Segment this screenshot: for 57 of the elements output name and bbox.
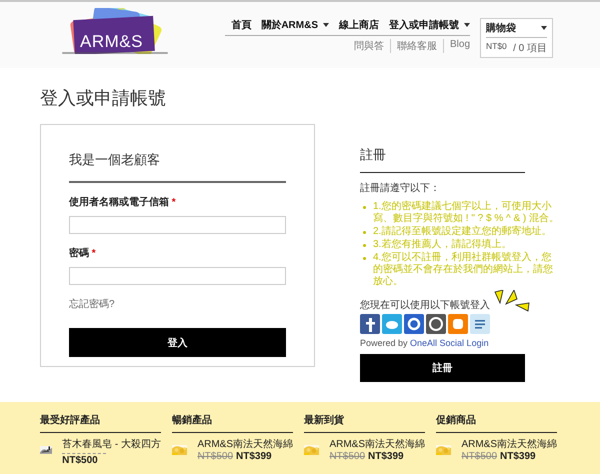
powered-by-text: Powered by OneAll Social Login <box>360 338 490 348</box>
product-name[interactable]: ARM&S南法天然海綿 <box>461 439 557 451</box>
nav-link[interactable]: 登入或申請帳號 <box>389 18 470 32</box>
forgot-password-link[interactable]: 忘記密碼? <box>69 297 115 311</box>
subnav-link[interactable]: 問與答 <box>348 39 390 53</box>
column-heading: 最新到貨 <box>304 415 425 433</box>
section-heading: 我是一個老顧客 <box>69 151 286 183</box>
product-price: NT$399 <box>500 451 536 462</box>
field-label: 密碼 * <box>69 246 97 260</box>
subnav-link[interactable]: Blog <box>442 39 470 53</box>
google-login-button[interactable] <box>404 314 424 334</box>
caret-icon <box>541 26 547 30</box>
product-name[interactable]: ARM&S南法天然海綿 <box>197 439 293 451</box>
social-prompt: 您現在可以使用以下帳號登入 <box>360 298 490 312</box>
bullet-icon <box>363 231 366 234</box>
rule-item: 2.請記得至帳號設定建立您的郵寄地址。 <box>373 226 552 238</box>
logo-text: ARM&S <box>80 33 143 51</box>
wordpress-login-button[interactable] <box>426 314 446 334</box>
page-title: 登入或申請帳號 <box>40 87 167 110</box>
nav-link[interactable]: 線上商店 <box>339 18 379 32</box>
product-price: NT$399 <box>236 451 272 462</box>
old-price: NT$500 <box>197 451 234 462</box>
cart-box[interactable]: 購物袋 NT$0 / 0 項目 <box>480 18 553 58</box>
intro-text: 註冊請遵守以下： <box>360 182 441 195</box>
oneall-link[interactable]: OneAll Social Login <box>410 338 489 348</box>
section-heading: 註冊 <box>360 146 525 173</box>
bullet-icon <box>363 244 366 247</box>
old-price: NT$500 <box>329 451 366 462</box>
sparkle-icon <box>494 290 530 312</box>
subnav-link[interactable]: 聯絡客服 <box>390 39 443 53</box>
caret-icon <box>464 23 470 27</box>
nav-link[interactable]: 關於ARM&S <box>261 18 329 32</box>
input-field[interactable] <box>69 267 286 285</box>
column-heading: 最受好評產品 <box>40 415 161 433</box>
bullet-icon <box>363 206 366 209</box>
bullet-icon <box>363 257 366 260</box>
cart-title: 購物袋 <box>486 22 516 35</box>
cart-total: NT$0 <box>486 41 507 53</box>
rule-item: 3.若您有推薦人，請記得填上。 <box>373 239 512 251</box>
caret-icon <box>323 23 329 27</box>
rule-item: 1.您的密碼建議七個字以上，可使用大小寫、數目字與符號如 ! " ? $ % ^ & ) 混合。 <box>373 201 560 225</box>
field-label: 使用者名稱或電子信箱 * <box>69 196 177 209</box>
product-price: NT$500 <box>62 455 98 466</box>
login-button[interactable]: 登入 <box>69 328 286 357</box>
other-login-button[interactable] <box>470 314 490 334</box>
product-name[interactable]: 苔木春風皂 - 大殺四方 <box>62 439 161 451</box>
column-heading: 暢銷產品 <box>172 415 293 433</box>
input-field[interactable] <box>69 216 286 234</box>
register-button[interactable]: 註冊 <box>360 354 525 382</box>
product-name[interactable]: ARM&S南法天然海綿 <box>329 439 425 451</box>
rule-item: 4.您可以不註冊，利用社群帳號登入，您的密碼並不會存在於我們的網站上，請您放心。 <box>373 252 554 288</box>
cart-count: / 0 項目 <box>513 42 547 55</box>
old-price: NT$500 <box>461 451 498 462</box>
facebook-login-button[interactable] <box>360 314 380 334</box>
column-heading: 促銷商品 <box>436 415 557 433</box>
nav-link[interactable]: 首頁 <box>231 18 252 32</box>
product-price: NT$399 <box>368 451 404 462</box>
